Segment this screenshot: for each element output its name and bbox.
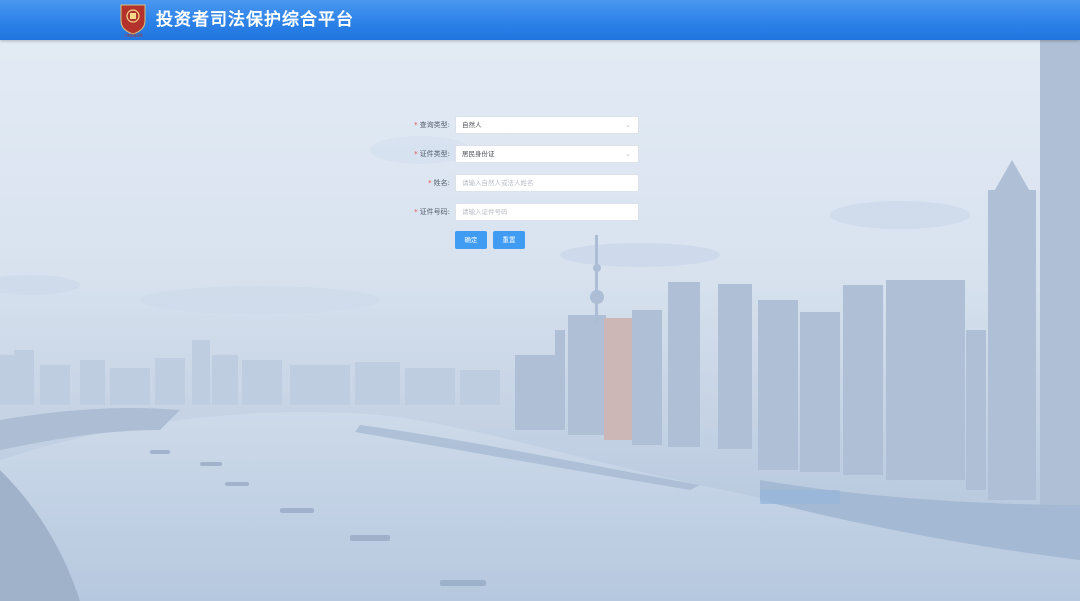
city-skyline-background	[0, 0, 1080, 601]
required-mark: *	[414, 121, 418, 129]
required-mark: *	[428, 179, 432, 187]
query-type-select[interactable]: 自然人 ⌄	[455, 116, 639, 134]
form-buttons: 确定 重置	[455, 231, 531, 249]
query-type-label: * 查询类型:	[414, 116, 450, 134]
chevron-down-icon: ⌄	[625, 121, 631, 129]
query-form: *查询类型: 自然人 ⌄ *证件类型: 居民身份证 ⌄ *姓名: *	[380, 116, 650, 249]
selected-value: 居民身份证	[462, 150, 495, 158]
reset-button[interactable]: 重置	[493, 231, 525, 249]
name-input[interactable]	[455, 174, 639, 192]
header-bar: 上海金融法院 投资者司法保护综合平台	[0, 0, 1080, 40]
required-mark: *	[414, 208, 418, 216]
page: 上海金融法院 投资者司法保护综合平台 * 查询类型: 自然人 ⌄ * 证件类型: 居…	[0, 0, 1080, 601]
confirm-button[interactable]: 确定	[455, 231, 487, 249]
id-type-select[interactable]: 居民身份证 ⌄	[455, 145, 639, 163]
label-text: 查询类型:	[419, 121, 450, 129]
platform-title: 投资者司法保护综合平台	[156, 10, 354, 30]
chevron-down-icon: ⌄	[625, 150, 631, 158]
form-row-query-type: * 查询类型: 自然人 ⌄	[380, 116, 650, 134]
name-label: * 姓名:	[428, 174, 450, 192]
svg-text:上海金融法院: 上海金融法院	[123, 33, 143, 38]
id-type-label: * 证件类型:	[414, 145, 450, 163]
form-row-id-type: * 证件类型: 居民身份证 ⌄	[380, 145, 650, 163]
court-emblem-icon: 上海金融法院	[120, 4, 146, 38]
label-text: 证件类型:	[419, 150, 450, 158]
selected-value: 自然人	[462, 121, 482, 129]
id-number-input[interactable]	[455, 203, 639, 221]
form-row-name: * 姓名:	[380, 174, 650, 192]
label-text: 姓名:	[433, 179, 450, 187]
label-text: 证件号码:	[419, 208, 450, 216]
form-row-id-number: * 证件号码:	[380, 203, 650, 221]
id-number-label: * 证件号码:	[414, 203, 450, 221]
required-mark: *	[414, 150, 418, 158]
